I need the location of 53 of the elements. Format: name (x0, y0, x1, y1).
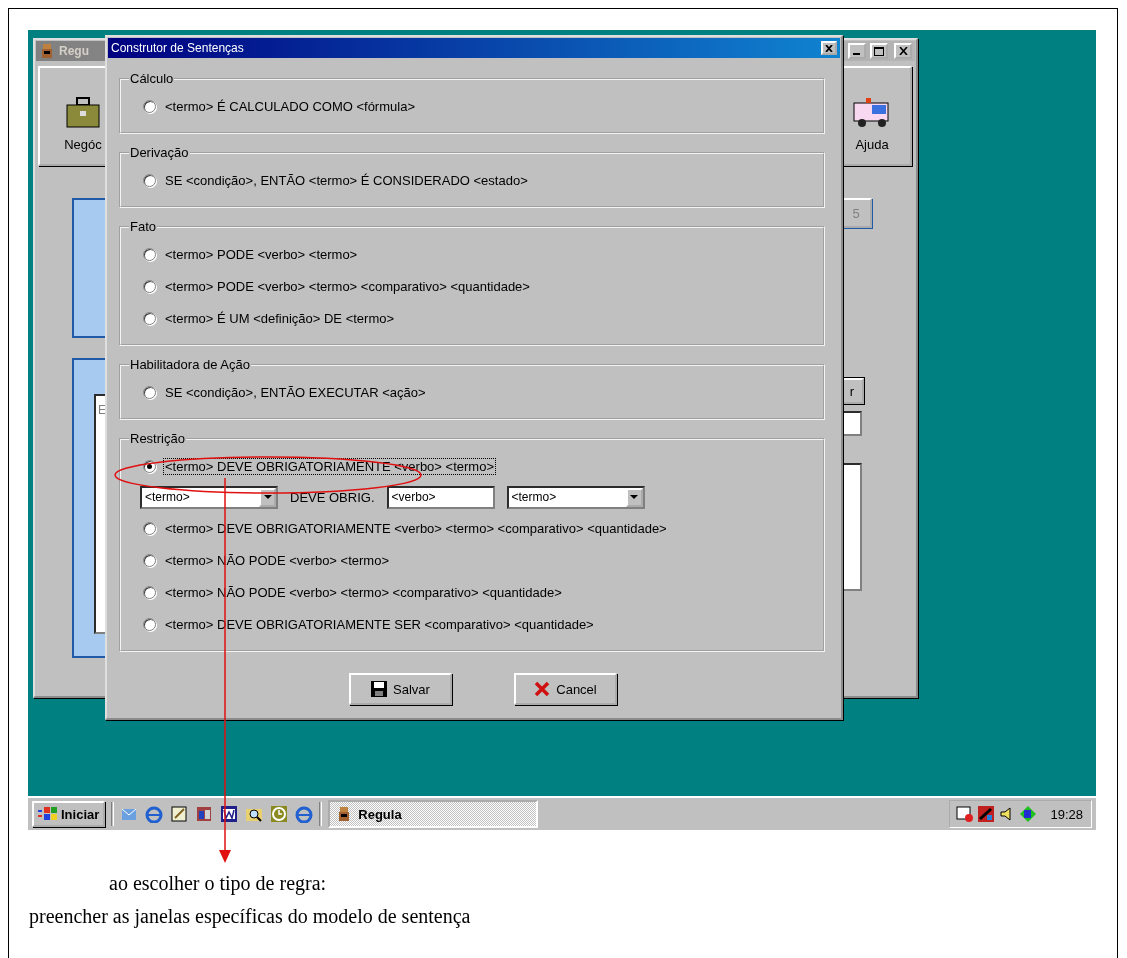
radio-button[interactable] (143, 553, 156, 567)
start-button[interactable]: Iniciar (32, 801, 106, 827)
group-title: Cálculo (129, 71, 175, 86)
briefcase-icon (66, 97, 100, 129)
notepad-icon (170, 805, 189, 823)
group-title: Derivação (129, 145, 190, 160)
clock-icon (270, 805, 289, 823)
save-button[interactable]: Salvar (349, 673, 452, 705)
close-button[interactable] (821, 41, 837, 55)
minimize-button[interactable] (848, 43, 866, 59)
option-label[interactable]: SE <condição>, ENTÃO EXECUTAR <ação> (164, 384, 427, 400)
browser-icon (295, 805, 314, 823)
input-field[interactable]: <verbo> (386, 485, 495, 509)
window-title: Regu (59, 44, 89, 58)
network-icon (1019, 805, 1038, 823)
caption-text: preencher as janelas específicas do modelo de sentença (28, 905, 472, 928)
dialog-title: Construtor de Sentenças (111, 41, 244, 55)
option-label[interactable]: <termo> PODE <verbo> <termo> (164, 246, 359, 262)
option-label[interactable]: <termo> É CALCULADO COMO <fórmula> (164, 98, 416, 114)
close-icon (825, 44, 833, 52)
figure-icon (39, 43, 55, 59)
field-label: DEVE OBRIG. (290, 489, 375, 505)
cross-icon (534, 681, 551, 697)
option-label[interactable]: <termo> É UM <definição> DE <termo> (164, 310, 396, 326)
close-icon (898, 47, 908, 55)
taskbar-button[interactable]: Regula (328, 800, 539, 828)
option-label[interactable]: <termo> PODE <verbo> <termo> <comparativo> <quantidade> (164, 278, 531, 294)
clock: 19:28 (1050, 806, 1083, 822)
radio-button[interactable] (143, 279, 156, 293)
calendar-icon (956, 805, 975, 823)
text-content: E (98, 403, 106, 417)
caret-icon (630, 494, 639, 500)
option-label[interactable]: <termo> DEVE OBRIGATORIAMENTE <verbo> <termo> (164, 458, 495, 474)
radio-button[interactable] (143, 385, 156, 399)
paint-icon (977, 805, 996, 823)
dropdown-field[interactable]: <termo> (506, 485, 645, 509)
caption-text: ao escolher o tipo de regra: (108, 872, 328, 895)
group-title: Habilitadora de Ação (129, 357, 251, 372)
option-label[interactable]: SE <condição>, ENTÃO <termo> É CONSIDERADO <estado> (164, 172, 529, 188)
dropdown-field[interactable]: <termo> (140, 485, 278, 509)
flag-icon (38, 806, 58, 822)
group-title: Fato (129, 219, 157, 234)
close-button[interactable] (894, 43, 912, 59)
caret-icon (263, 494, 272, 500)
ambulance-icon (852, 97, 892, 129)
browser-icon (145, 805, 164, 823)
radio-button[interactable] (143, 521, 156, 535)
app-icon (195, 805, 214, 823)
radio-button[interactable] (143, 585, 156, 599)
maximize-icon (874, 46, 884, 56)
maximize-button[interactable] (870, 43, 888, 59)
cancel-button[interactable]: Cancel (514, 673, 617, 705)
group-title: Restrição (129, 431, 186, 446)
